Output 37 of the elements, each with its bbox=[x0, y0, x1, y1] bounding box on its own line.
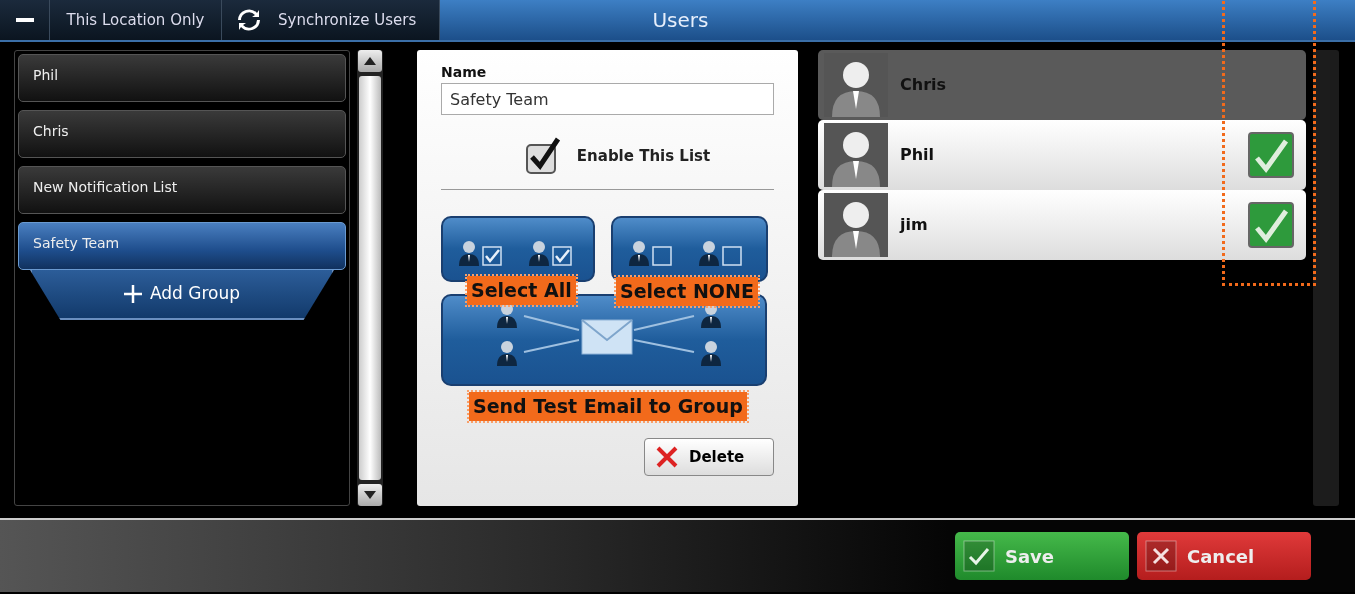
enable-list-label: Enable This List bbox=[576, 145, 711, 167]
add-group-button[interactable]: Add Group bbox=[30, 270, 334, 320]
checkmark-icon bbox=[963, 540, 995, 572]
close-icon bbox=[655, 445, 679, 469]
scroll-thumb[interactable] bbox=[359, 76, 381, 480]
select-all-callout: Select All bbox=[467, 276, 576, 305]
window-title: Users bbox=[652, 7, 709, 34]
group-item[interactable]: Phil bbox=[18, 54, 346, 102]
minus-icon bbox=[15, 18, 34, 22]
user-name: Phil bbox=[900, 144, 935, 166]
delete-button[interactable]: Delete bbox=[644, 438, 774, 476]
user-name: jim bbox=[900, 214, 928, 236]
user-name: Chris bbox=[900, 74, 947, 96]
close-icon bbox=[1145, 540, 1177, 572]
sync-icon bbox=[236, 7, 262, 33]
enable-checkbox[interactable] bbox=[524, 137, 561, 175]
select-none-callout: Select NONE bbox=[616, 277, 758, 306]
select-all-button[interactable] bbox=[441, 216, 595, 282]
user-row[interactable]: Phil bbox=[818, 120, 1306, 190]
scroll-down-icon bbox=[364, 491, 376, 499]
scrollbar[interactable] bbox=[357, 50, 383, 506]
send-test-email-callout: Send Test Email to Group bbox=[469, 392, 747, 421]
group-item[interactable]: Chris bbox=[18, 110, 346, 158]
avatar-icon bbox=[824, 123, 888, 187]
user-checkbox[interactable] bbox=[1248, 132, 1294, 178]
user-checkbox[interactable] bbox=[1248, 202, 1294, 248]
cancel-button[interactable]: Cancel bbox=[1137, 532, 1311, 580]
user-row[interactable]: jim bbox=[818, 190, 1306, 260]
group-item[interactable]: Safety Team bbox=[18, 222, 346, 270]
select-none-button[interactable] bbox=[611, 216, 768, 282]
avatar-icon bbox=[824, 193, 888, 257]
group-item[interactable]: New Notification List bbox=[18, 166, 346, 214]
name-field[interactable]: Safety Team bbox=[441, 83, 774, 115]
location-filter-button[interactable]: This Location Only bbox=[50, 0, 222, 40]
plus-icon bbox=[123, 285, 142, 303]
scroll-up-icon bbox=[364, 57, 376, 65]
name-label: Name bbox=[441, 63, 488, 82]
